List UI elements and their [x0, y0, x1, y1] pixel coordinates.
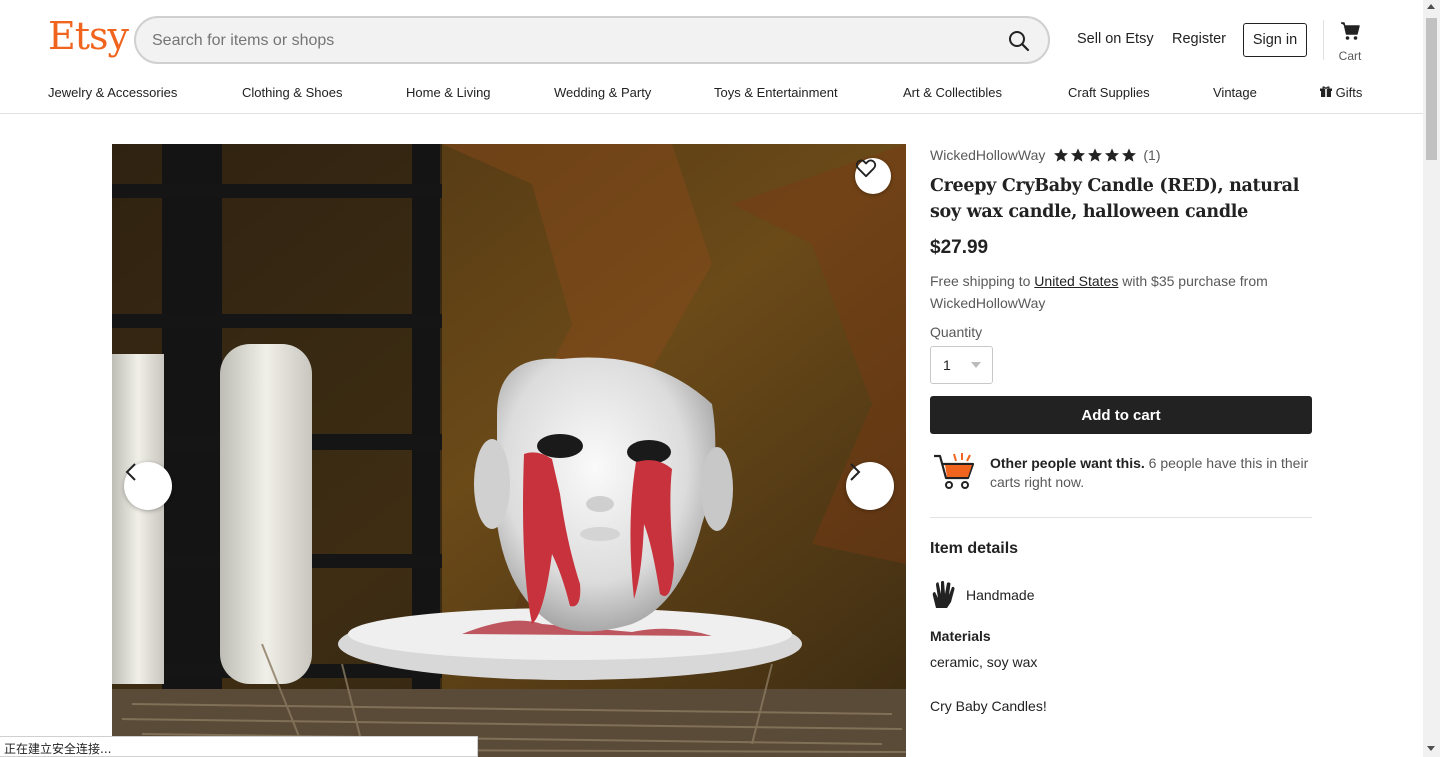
category-nav: Jewelry & Accessories Clothing & Shoes H… — [0, 82, 1423, 104]
search-input[interactable] — [152, 29, 992, 53]
cart-label: Cart — [1338, 49, 1362, 63]
heart-icon — [855, 159, 877, 178]
star-icon — [1122, 148, 1137, 162]
rating-stars[interactable] — [1053, 147, 1137, 163]
star-icon — [1088, 148, 1103, 162]
nav-item-gifts[interactable]: Gifts — [1320, 85, 1362, 100]
description-text: Cry Baby Candles! — [930, 698, 1047, 714]
section-divider — [930, 517, 1312, 518]
scrollbar-thumb[interactable] — [1426, 18, 1437, 160]
add-to-cart-button[interactable]: Add to cart — [930, 396, 1312, 434]
search-icon — [1009, 31, 1030, 52]
demand-text: Other people want this. 6 people have th… — [990, 454, 1310, 492]
gift-icon — [1320, 86, 1332, 97]
quantity-label: Quantity — [930, 324, 983, 340]
previous-image-button[interactable] — [124, 462, 172, 510]
chevron-down-icon — [971, 362, 981, 368]
star-icon — [1105, 148, 1120, 162]
handmade-row: Handmade — [930, 580, 1312, 610]
shipping-info: Free shipping to United States with $35 … — [930, 270, 1312, 314]
sell-on-etsy-link[interactable]: Sell on Etsy — [1077, 31, 1154, 47]
listing-image-gallery — [112, 144, 906, 757]
handmade-label: Handmade — [966, 587, 1035, 603]
cart-icon — [1341, 22, 1360, 40]
listing-details-panel: WickedHollowWay (1) Creepy CryBaby Candl… — [930, 144, 1312, 714]
shopping-cart-demand-icon — [934, 453, 975, 489]
etsy-logo[interactable]: Etsy — [48, 14, 129, 58]
page-scrollbar[interactable] — [1423, 0, 1440, 757]
nav-item-home[interactable]: Home & Living — [406, 85, 491, 100]
next-image-button[interactable] — [846, 462, 894, 510]
site-header: Etsy Sell on Etsy Register Sign in Cart … — [0, 0, 1423, 114]
review-count[interactable]: (1) — [1143, 147, 1160, 163]
sign-in-button[interactable]: Sign in — [1243, 23, 1307, 57]
demand-bold: Other people want this. — [990, 455, 1145, 471]
chevron-right-icon — [850, 463, 861, 481]
nav-item-art[interactable]: Art & Collectibles — [903, 85, 1002, 100]
nav-item-clothing[interactable]: Clothing & Shoes — [242, 85, 342, 100]
listing-photo — [112, 144, 906, 757]
materials-value: ceramic, soy wax — [930, 654, 1038, 670]
nav-item-vintage[interactable]: Vintage — [1213, 85, 1257, 100]
nav-item-wedding[interactable]: Wedding & Party — [554, 85, 651, 100]
shop-name-link[interactable]: WickedHollowWay — [930, 147, 1045, 163]
materials-label: Materials — [930, 628, 991, 644]
quantity-value: 1 — [943, 357, 951, 373]
shipping-prefix: Free shipping to — [930, 273, 1035, 289]
item-details-heading[interactable]: Item details — [930, 540, 1312, 558]
scroll-up-arrow-icon[interactable] — [1427, 4, 1435, 9]
search-button[interactable] — [1004, 26, 1034, 56]
nav-item-craft[interactable]: Craft Supplies — [1068, 85, 1150, 100]
scroll-down-arrow-icon[interactable] — [1427, 746, 1435, 751]
listing-title: Creepy CryBaby Candle (RED), natural soy… — [930, 176, 1300, 222]
nav-item-jewelry[interactable]: Jewelry & Accessories — [48, 85, 177, 100]
browser-status-bar: 正在建立安全连接... — [0, 736, 478, 757]
hand-icon — [932, 580, 955, 608]
cart-button[interactable]: Cart — [1334, 20, 1366, 63]
favorite-button[interactable] — [855, 158, 891, 194]
search-bar — [134, 16, 1050, 64]
star-icon — [1071, 148, 1086, 162]
register-link[interactable]: Register — [1172, 31, 1226, 47]
listing-price: $27.99 — [930, 237, 989, 258]
nav-gifts-label: Gifts — [1335, 85, 1363, 100]
shipping-country-link[interactable]: United States — [1034, 273, 1118, 289]
nav-item-toys[interactable]: Toys & Entertainment — [714, 85, 838, 100]
star-icon — [1054, 148, 1069, 162]
quantity-select[interactable]: 1 — [930, 346, 993, 384]
header-divider — [1323, 20, 1324, 60]
demand-notice: Other people want this. 6 people have th… — [930, 452, 1312, 492]
chevron-left-icon — [125, 463, 136, 481]
shop-info-row: WickedHollowWay (1) — [930, 144, 1312, 166]
